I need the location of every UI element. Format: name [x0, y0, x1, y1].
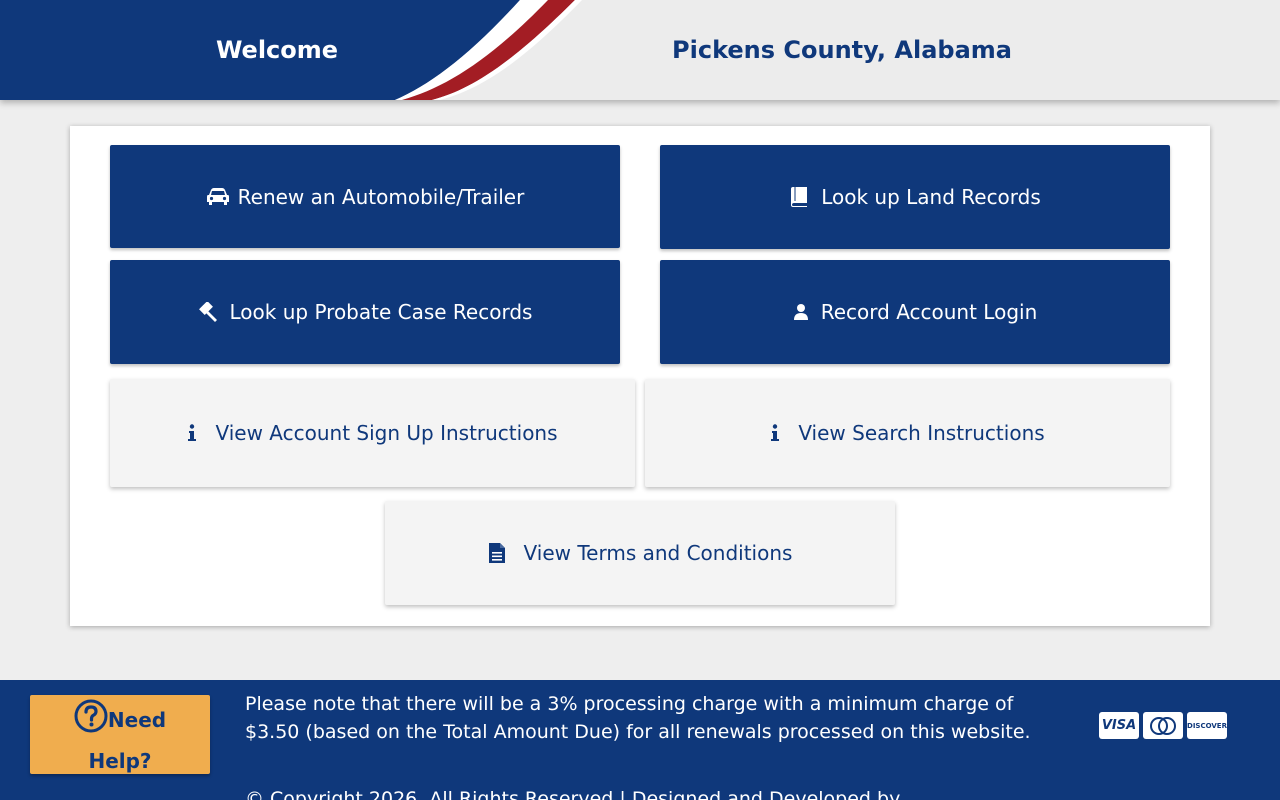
mastercard-icon	[1143, 712, 1183, 739]
question-circle-icon	[74, 699, 108, 744]
terms-conditions-label: View Terms and Conditions	[523, 541, 793, 565]
info-icon	[770, 424, 780, 442]
need-help-button[interactable]: Need Help?	[30, 695, 210, 774]
search-instructions-label: View Search Instructions	[798, 421, 1045, 445]
record-account-login-button[interactable]: Record Account Login	[660, 260, 1170, 364]
car-icon	[206, 187, 230, 207]
terms-conditions-button[interactable]: View Terms and Conditions	[385, 501, 895, 605]
book-icon	[789, 186, 809, 208]
land-records-button[interactable]: Look up Land Records	[660, 145, 1170, 249]
land-records-label: Look up Land Records	[821, 185, 1041, 209]
probate-records-label: Look up Probate Case Records	[229, 300, 533, 324]
search-instructions-button[interactable]: View Search Instructions	[645, 379, 1170, 487]
need-help-label-line1: Need	[107, 708, 167, 732]
page-footer: Need Help? Please note that there will b…	[0, 680, 1280, 800]
user-icon	[793, 303, 809, 321]
probate-records-button[interactable]: Look up Probate Case Records	[110, 260, 620, 364]
discover-card-icon: DISCOVER	[1187, 712, 1227, 739]
renew-automobile-label: Renew an Automobile/Trailer	[237, 184, 525, 209]
processing-charge-notice: Please note that there will be a 3% proc…	[245, 693, 1031, 743]
payment-cards: VISA DISCOVER	[1099, 712, 1227, 739]
county-title: Pickens County, Alabama	[672, 36, 1012, 64]
need-help-label-line2: Help?	[88, 749, 152, 773]
record-account-login-label: Record Account Login	[820, 300, 1038, 324]
welcome-title: Welcome	[215, 36, 339, 64]
gavel-icon	[198, 302, 218, 322]
signup-instructions-label: View Account Sign Up Instructions	[215, 421, 558, 445]
document-icon	[488, 542, 506, 564]
visa-card-icon: VISA	[1099, 712, 1139, 739]
signup-instructions-button[interactable]: View Account Sign Up Instructions	[110, 379, 635, 487]
renew-automobile-button[interactable]: Renew an Automobile/Trailer	[110, 145, 620, 248]
services-card: Renew an Automobile/Trailer Look up Land…	[70, 126, 1210, 626]
page-header: Welcome Pickens County, Alabama	[0, 0, 1280, 100]
copyright-text: © Copyright 2026. All Rights Reserved | …	[245, 788, 901, 800]
info-icon	[187, 424, 197, 442]
